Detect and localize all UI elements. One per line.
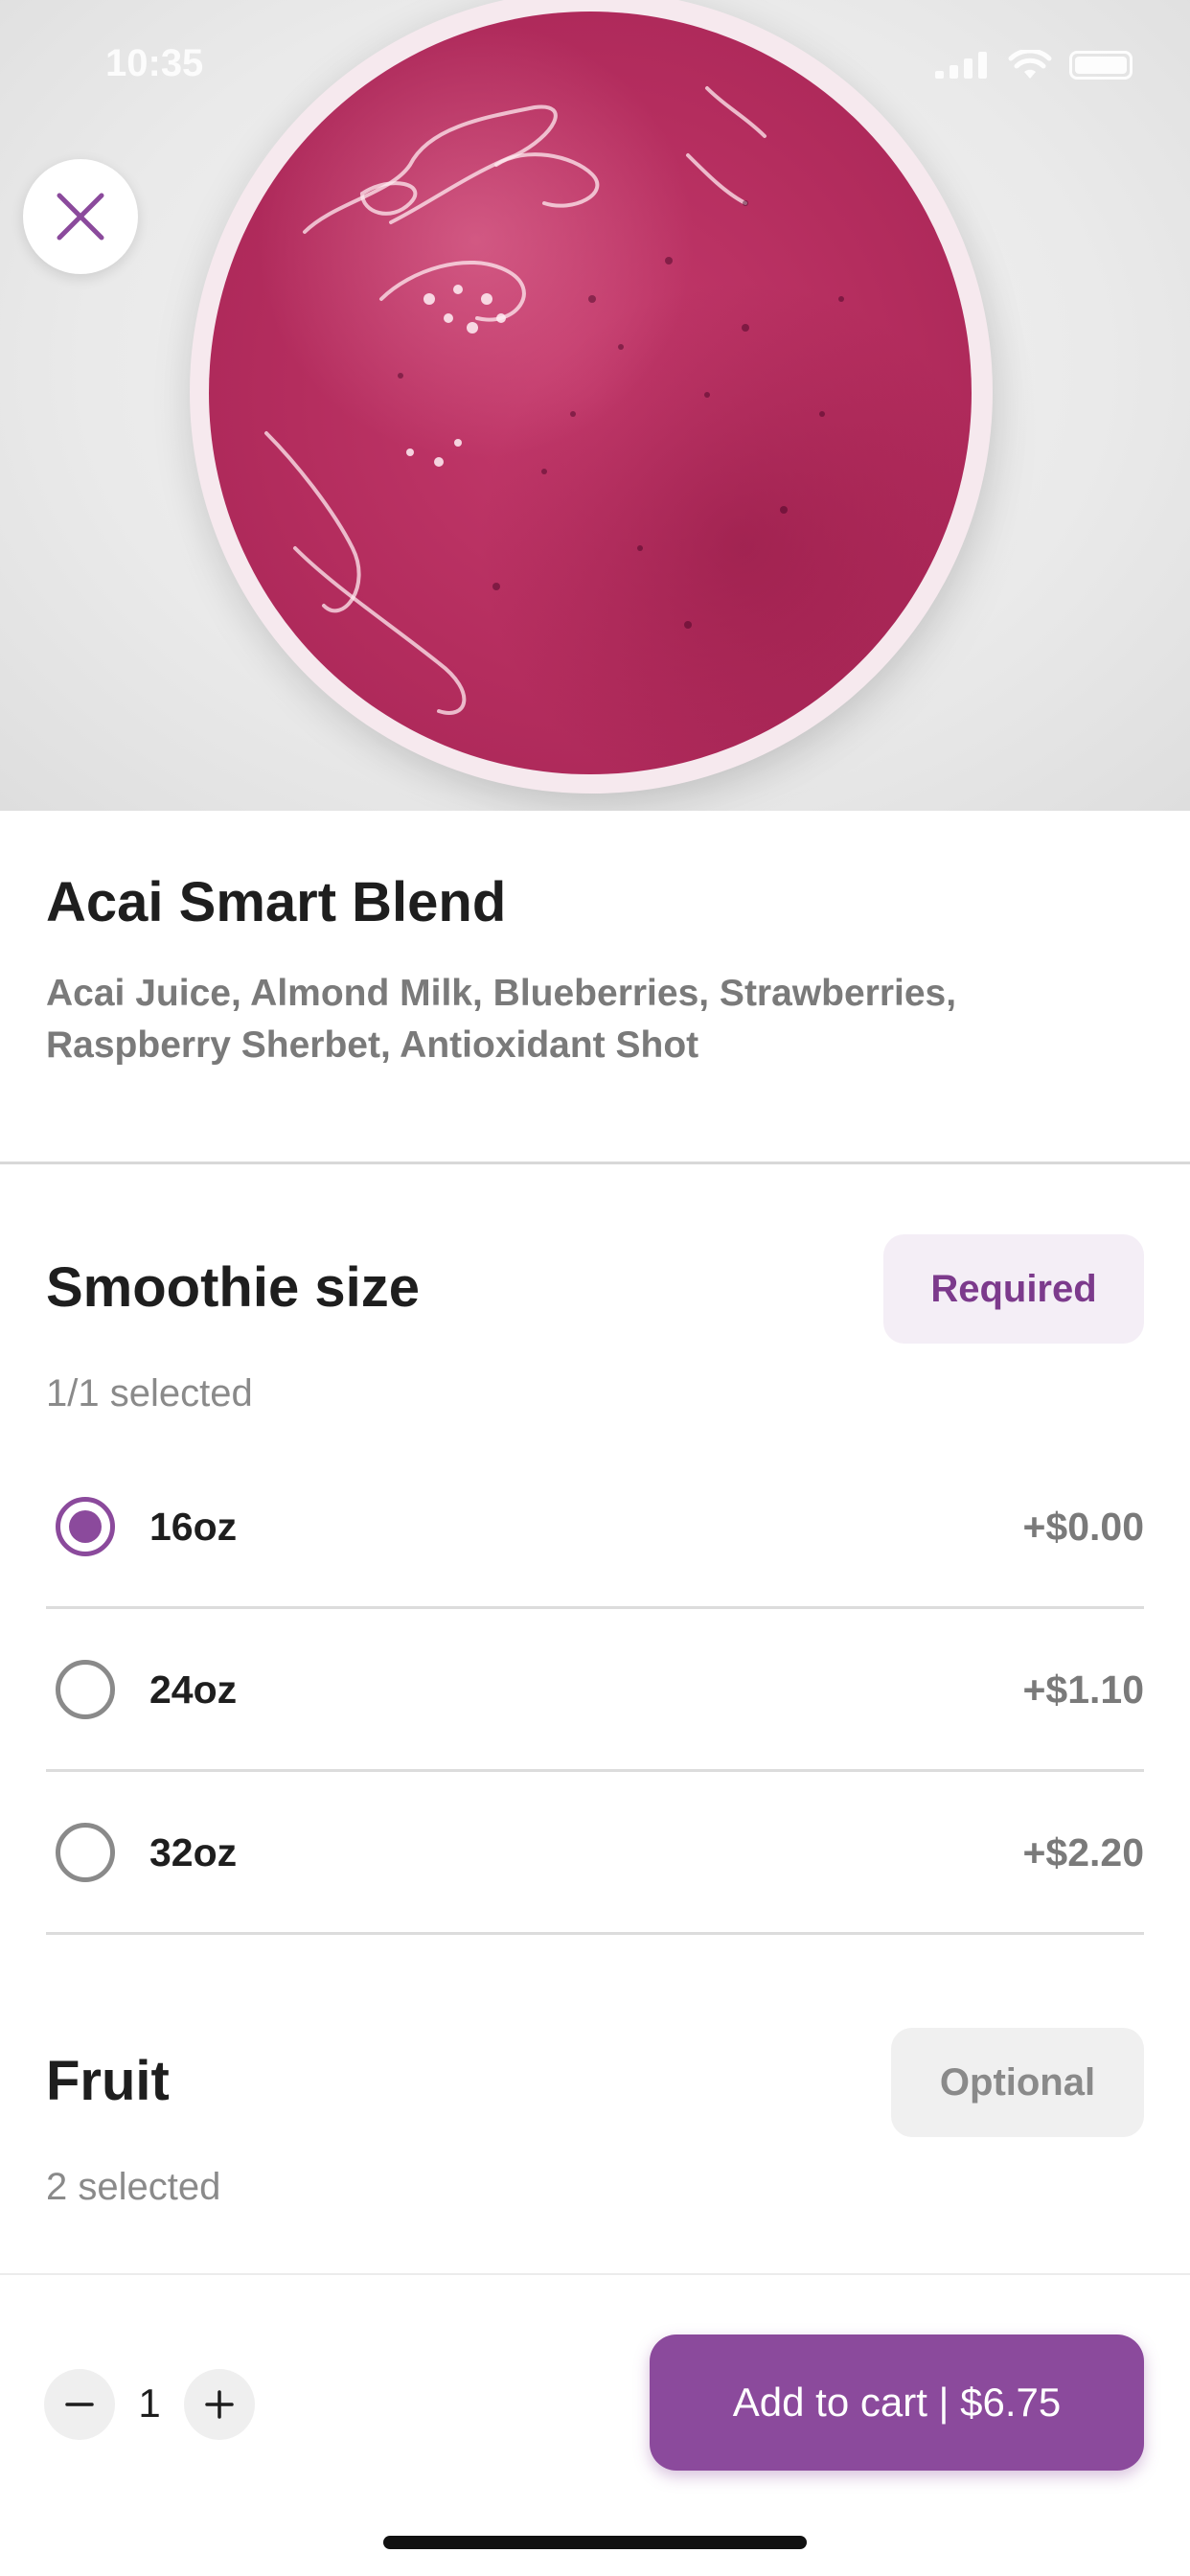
quantity-value: 1 xyxy=(138,2380,161,2426)
minus-icon xyxy=(65,2403,94,2406)
close-icon xyxy=(57,193,104,241)
radio-unselected-icon[interactable] xyxy=(56,1660,115,1719)
size-section-title: Smoothie size xyxy=(46,1256,420,1319)
decrease-quantity-button[interactable] xyxy=(44,2369,115,2440)
size-option-32oz[interactable]: 32oz +$2.20 xyxy=(46,1771,1144,1934)
size-option-price: +$2.20 xyxy=(1022,1829,1144,1874)
increase-quantity-button[interactable] xyxy=(184,2369,255,2440)
section-divider xyxy=(0,1162,1190,1164)
fruit-selected-count: 2 selected xyxy=(46,2166,221,2208)
size-option-16oz[interactable]: 16oz +$0.00 xyxy=(46,1445,1144,1608)
size-option-price: +$0.00 xyxy=(1022,1504,1144,1549)
fruit-section-title: Fruit xyxy=(46,2050,170,2112)
wifi-icon xyxy=(1008,50,1052,79)
status-bar: 10:35 xyxy=(0,0,1190,125)
size-selected-count: 1/1 selected xyxy=(46,1372,253,1414)
optional-badge: Optional xyxy=(891,2028,1144,2137)
product-description: Acai Juice, Almond Milk, Blueberries, St… xyxy=(46,973,957,1066)
radio-unselected-icon[interactable] xyxy=(56,1823,115,1882)
plus-icon xyxy=(205,2390,234,2419)
status-icons xyxy=(935,50,1133,80)
size-option-label: 16oz xyxy=(149,1504,238,1549)
radio-selected-icon[interactable] xyxy=(56,1497,115,1556)
add-to-cart-button[interactable]: Add to cart | $6.75 xyxy=(650,2334,1144,2471)
home-indicator[interactable] xyxy=(383,2536,807,2549)
status-time: 10:35 xyxy=(105,42,204,84)
smoothie-swirl-graphic xyxy=(264,86,844,715)
close-button[interactable] xyxy=(23,159,138,274)
size-option-24oz[interactable]: 24oz +$1.10 xyxy=(46,1608,1144,1771)
battery-icon xyxy=(1069,51,1133,80)
cellular-signal-icon xyxy=(935,52,987,79)
size-option-label: 24oz xyxy=(149,1667,238,1712)
required-badge: Required xyxy=(883,1234,1144,1344)
size-option-price: +$1.10 xyxy=(1022,1667,1144,1712)
option-divider xyxy=(46,1932,1144,1935)
smoothie-image xyxy=(209,12,972,774)
size-option-label: 32oz xyxy=(149,1829,238,1874)
product-title: Acai Smart Blend xyxy=(46,871,507,933)
